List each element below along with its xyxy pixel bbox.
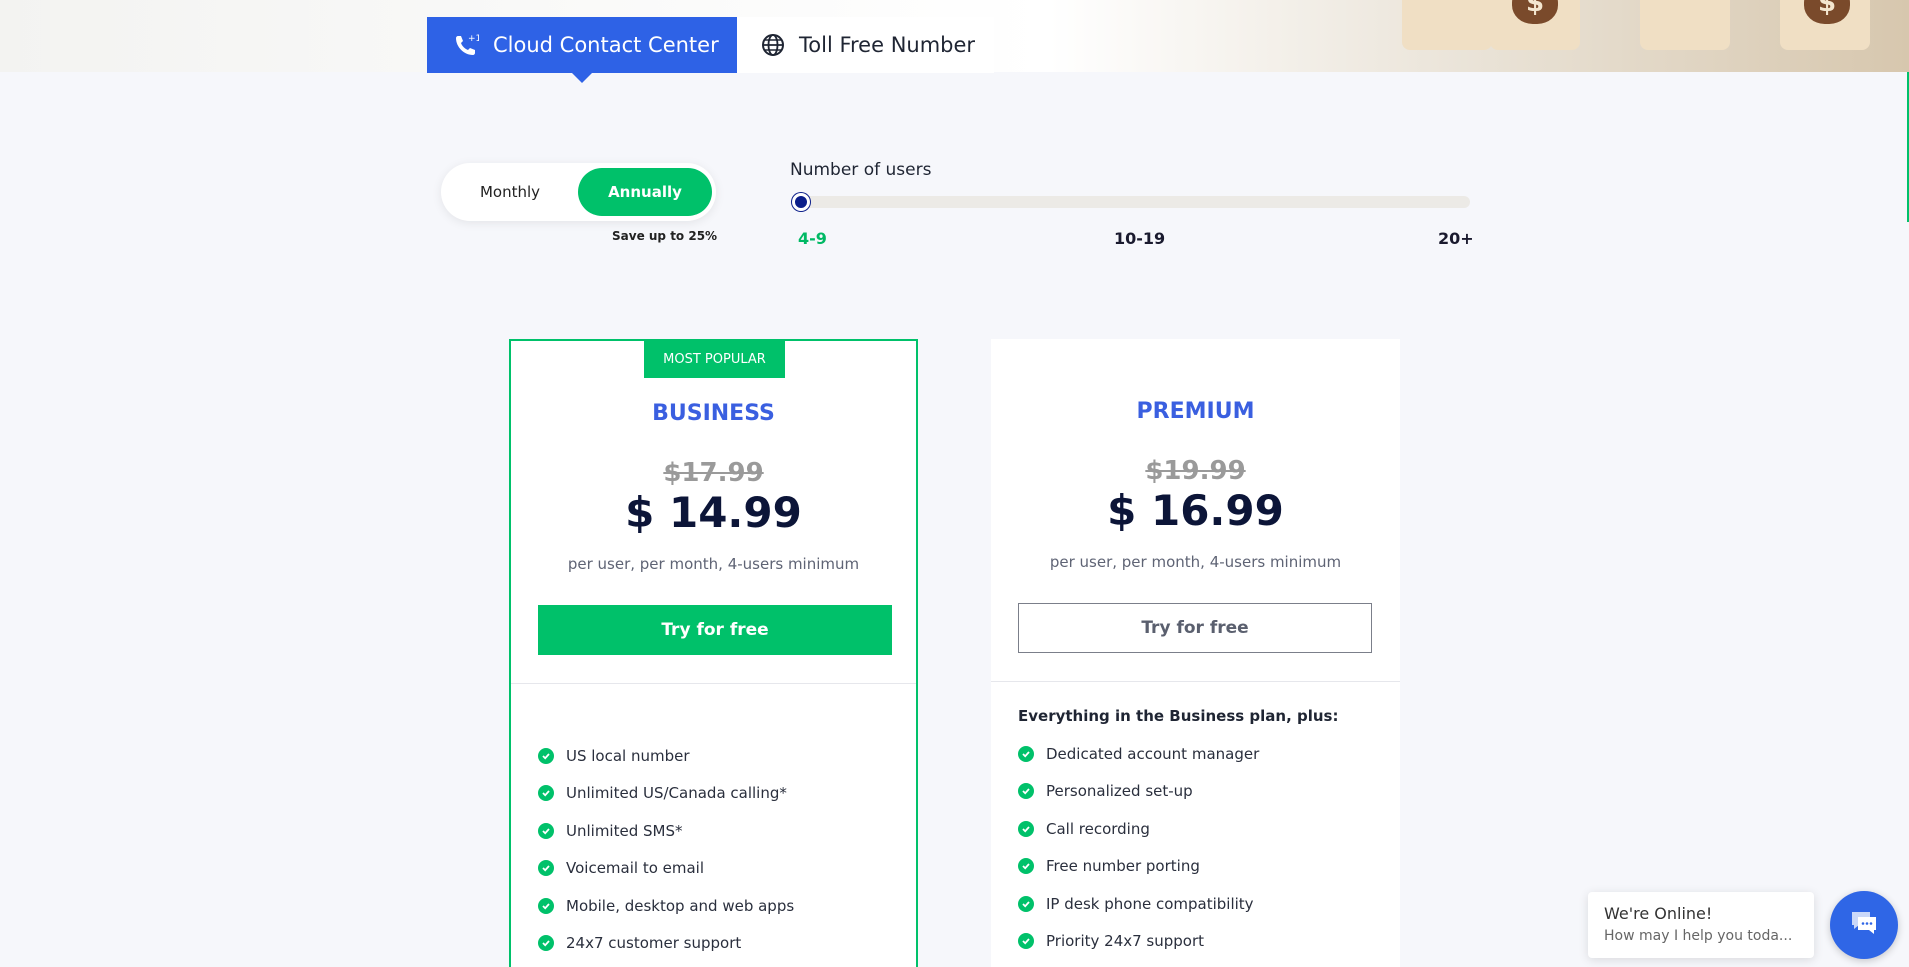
price-note: per user, per month, 4-users minimum (567, 555, 860, 573)
decor-block: $ (1780, 0, 1870, 50)
check-icon (1018, 895, 1034, 912)
feature-list: Dedicated account manager Personalized s… (1018, 735, 1259, 960)
chat-subtitle: How may I help you toda... (1604, 928, 1793, 944)
feature-item: 24x7 customer support (538, 925, 794, 963)
check-icon (538, 897, 554, 914)
feature-label: US local number (566, 746, 690, 765)
feature-label: Unlimited SMS* (566, 821, 683, 840)
check-icon (538, 860, 554, 877)
check-icon (1018, 820, 1034, 837)
feature-label: Priority 24x7 support (1046, 932, 1205, 951)
divider (991, 681, 1400, 682)
check-icon (1018, 745, 1034, 762)
globe-icon (761, 33, 785, 57)
decor-block (1402, 0, 1492, 50)
feature-item: Unlimited SMS* (538, 812, 794, 850)
plan-name: PREMIUM (1136, 399, 1255, 424)
feature-item: Voicemail to email (538, 850, 794, 888)
check-icon (1018, 933, 1034, 950)
annually-option[interactable]: Annually (578, 168, 712, 216)
billing-toggle[interactable]: Monthly Annually (441, 163, 716, 221)
feature-item: Mobile, desktop and web apps (538, 887, 794, 925)
plan-name: BUSINESS (652, 401, 775, 426)
feature-label: Mobile, desktop and web apps (566, 896, 795, 915)
monthly-option[interactable]: Monthly (441, 163, 579, 221)
feature-item: Call recording (1018, 810, 1259, 848)
users-tick-4-9[interactable]: 4-9 (798, 229, 827, 248)
users-label: Number of users (790, 160, 932, 180)
chat-launcher-button[interactable] (1830, 891, 1898, 959)
feature-label: 24x7 customer support (566, 934, 742, 953)
feature-item: Personalized set-up (1018, 773, 1259, 811)
feature-label: Personalized set-up (1046, 782, 1193, 801)
save-note: Save up to 25% (612, 229, 718, 243)
feature-item: IP desk phone compatibility (1018, 885, 1259, 923)
chat-icon (1849, 909, 1879, 941)
money-bag-icon: $ (1512, 0, 1558, 24)
check-icon (538, 822, 554, 839)
feature-label: Dedicated account manager (1046, 744, 1260, 763)
feature-item: Unlimited US/Canada calling* (538, 775, 794, 813)
check-icon (1018, 858, 1034, 875)
chat-title: We're Online! (1604, 904, 1713, 923)
check-icon (538, 785, 554, 802)
price: $ 14.99 (625, 488, 802, 537)
feature-list: US local number Unlimited US/Canada call… (538, 737, 794, 962)
feature-item: Free number porting (1018, 848, 1259, 886)
feature-label: Free number porting (1046, 857, 1200, 876)
users-tick-10-19[interactable]: 10-19 (1114, 229, 1165, 248)
feature-label: IP desk phone compatibility (1046, 894, 1254, 913)
users-slider-track[interactable] (792, 196, 1470, 208)
try-for-free-button[interactable]: Try for free (538, 605, 892, 655)
old-price: $19.99 (1145, 456, 1246, 486)
plan-card-premium: PREMIUM $19.99 $ 16.99 per user, per mon… (991, 339, 1400, 967)
svg-text:+1: +1 (468, 34, 479, 44)
check-icon (538, 935, 554, 952)
plan-card-business: MOST POPULAR BUSINESS $17.99 $ 14.99 per… (509, 339, 918, 967)
feature-label: Call recording (1046, 819, 1150, 838)
feature-item: Dedicated account manager (1018, 735, 1259, 773)
chat-bubble[interactable]: We're Online! How may I help you toda... (1588, 892, 1814, 958)
tab-label: Toll Free Number (799, 33, 976, 57)
divider (511, 683, 916, 684)
price: $ 16.99 (1107, 486, 1284, 535)
feature-label: Unlimited US/Canada calling* (566, 784, 787, 803)
tab-label: Cloud Contact Center (493, 33, 719, 57)
price-note: per user, per month, 4-users minimum (1049, 553, 1342, 571)
phone-plus-icon: +1 (453, 32, 479, 58)
try-for-free-button[interactable]: Try for free (1018, 603, 1372, 653)
tab-toll-free-number[interactable]: Toll Free Number (737, 17, 994, 73)
feature-item: US local number (538, 737, 794, 775)
check-icon (538, 747, 554, 764)
users-tick-20-plus[interactable]: 20+ (1438, 229, 1474, 248)
most-popular-badge: MOST POPULAR (644, 341, 785, 378)
feature-item: Priority 24x7 support (1018, 923, 1259, 961)
check-icon (1018, 783, 1034, 800)
money-bag-icon: $ (1804, 0, 1850, 24)
plus-heading: Everything in the Business plan, plus: (1018, 707, 1339, 725)
users-slider-thumb[interactable] (792, 193, 810, 211)
old-price: $17.99 (663, 458, 764, 488)
decor-block (1640, 0, 1730, 50)
tab-cloud-contact-center[interactable]: +1 Cloud Contact Center (427, 17, 737, 83)
decor-block: $ (1490, 0, 1580, 50)
feature-label: Voicemail to email (566, 859, 705, 878)
